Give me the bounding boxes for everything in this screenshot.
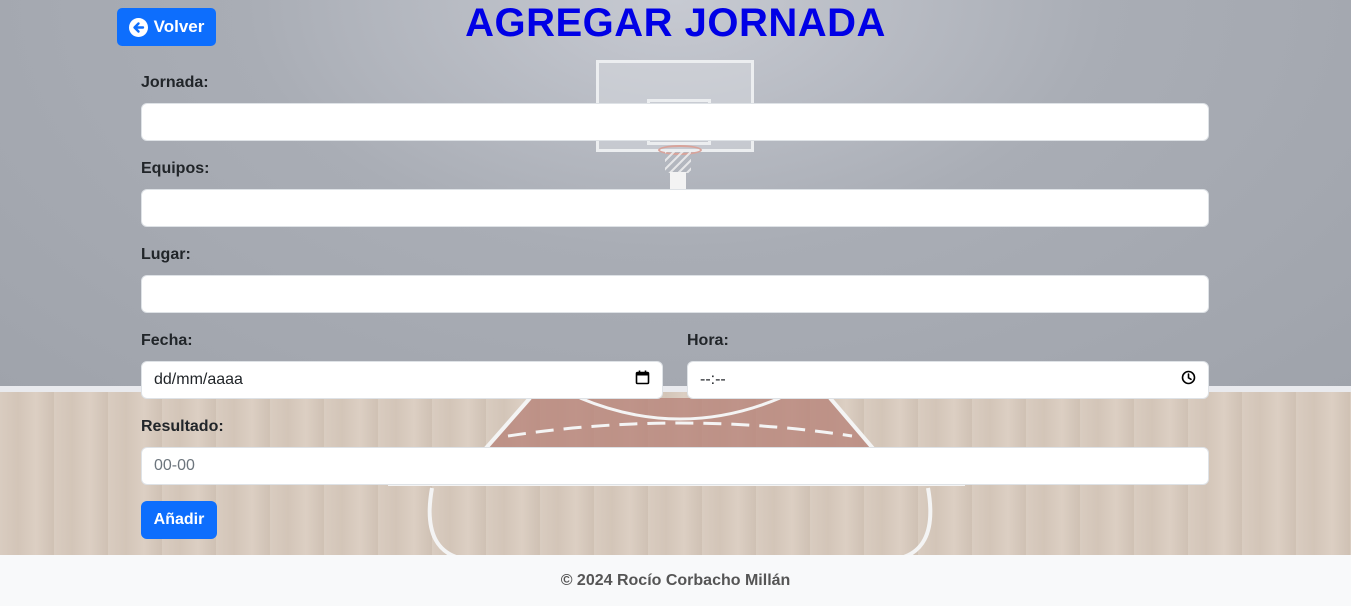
jornada-label: Jornada: xyxy=(141,74,209,91)
add-button[interactable]: Añadir xyxy=(141,501,217,539)
page-title: AGREGAR JORNADA xyxy=(465,1,886,45)
lugar-label: Lugar: xyxy=(141,246,191,263)
jornada-input[interactable] xyxy=(141,103,1209,141)
lugar-input[interactable] xyxy=(141,275,1209,313)
equipos-label: Equipos: xyxy=(141,160,210,177)
fecha-value: dd/mm/aaaa xyxy=(154,371,243,388)
resultado-input[interactable] xyxy=(141,447,1209,485)
calendar-icon[interactable] xyxy=(635,370,650,390)
fecha-label: Fecha: xyxy=(141,332,193,349)
hora-time-input[interactable]: --:-- xyxy=(687,361,1209,399)
clock-icon[interactable] xyxy=(1181,370,1196,390)
hora-value: --:-- xyxy=(700,371,726,388)
equipos-input[interactable] xyxy=(141,189,1209,227)
footer-copyright: © 2024 Rocío Corbacho Millán xyxy=(560,571,791,589)
footer: © 2024 Rocío Corbacho Millán xyxy=(0,555,1351,606)
fecha-date-input[interactable]: dd/mm/aaaa xyxy=(141,361,663,399)
resultado-label: Resultado: xyxy=(141,418,224,435)
hora-label: Hora: xyxy=(687,332,729,349)
